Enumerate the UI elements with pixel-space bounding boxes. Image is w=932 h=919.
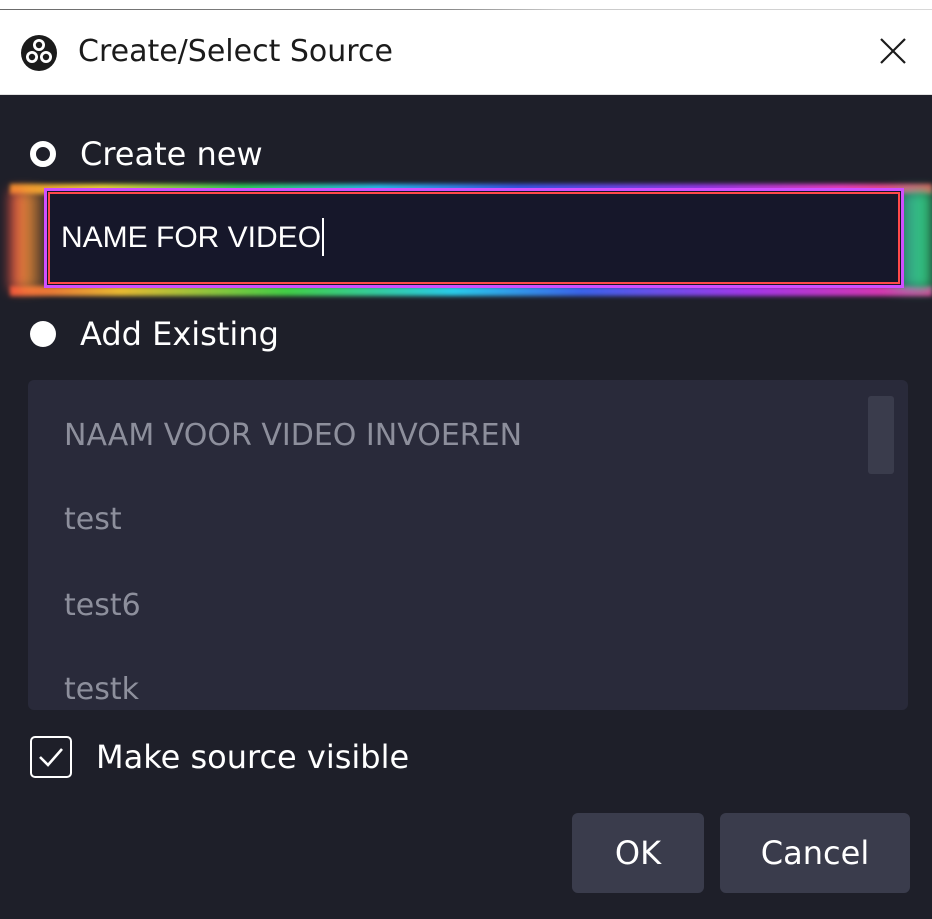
make-source-visible-row[interactable]: Make source visible: [30, 736, 409, 778]
source-name-input[interactable]: NAME FOR VIDEO: [44, 188, 904, 288]
list-scrollbar-thumb[interactable]: [868, 396, 894, 474]
checkmark-icon: [39, 748, 63, 767]
window-title: Create/Select Source: [78, 34, 393, 69]
obs-logo-icon: [21, 35, 57, 71]
list-item[interactable]: NAAM VOOR VIDEO INVOEREN: [64, 416, 522, 456]
list-item[interactable]: test6: [64, 586, 141, 626]
list-item[interactable]: testk: [64, 670, 139, 710]
make-source-visible-label: Make source visible: [96, 738, 410, 776]
add-existing-radio-row[interactable]: Add Existing: [30, 314, 279, 354]
existing-sources-list[interactable]: NAAM VOOR VIDEO INVOEREN test test6 test…: [28, 380, 908, 710]
text-caret: [322, 218, 325, 257]
window-top-edge: [0, 0, 932, 11]
make-source-visible-checkbox[interactable]: [30, 736, 72, 778]
add-existing-radio[interactable]: [30, 321, 56, 347]
close-button[interactable]: [868, 28, 918, 74]
create-new-radio-row[interactable]: Create new: [30, 134, 263, 174]
create-select-source-dialog: Create/Select Source Create new NAME FOR…: [0, 0, 932, 919]
create-new-label: Create new: [80, 135, 263, 173]
close-icon: [880, 38, 906, 64]
list-item[interactable]: test: [64, 500, 122, 540]
add-existing-label: Add Existing: [80, 315, 279, 353]
cancel-button[interactable]: Cancel: [720, 813, 910, 893]
create-new-radio[interactable]: [30, 141, 56, 167]
title-bar[interactable]: Create/Select Source: [0, 10, 932, 95]
ok-button[interactable]: OK: [572, 813, 704, 893]
source-name-value: NAME FOR VIDEO: [61, 221, 322, 254]
